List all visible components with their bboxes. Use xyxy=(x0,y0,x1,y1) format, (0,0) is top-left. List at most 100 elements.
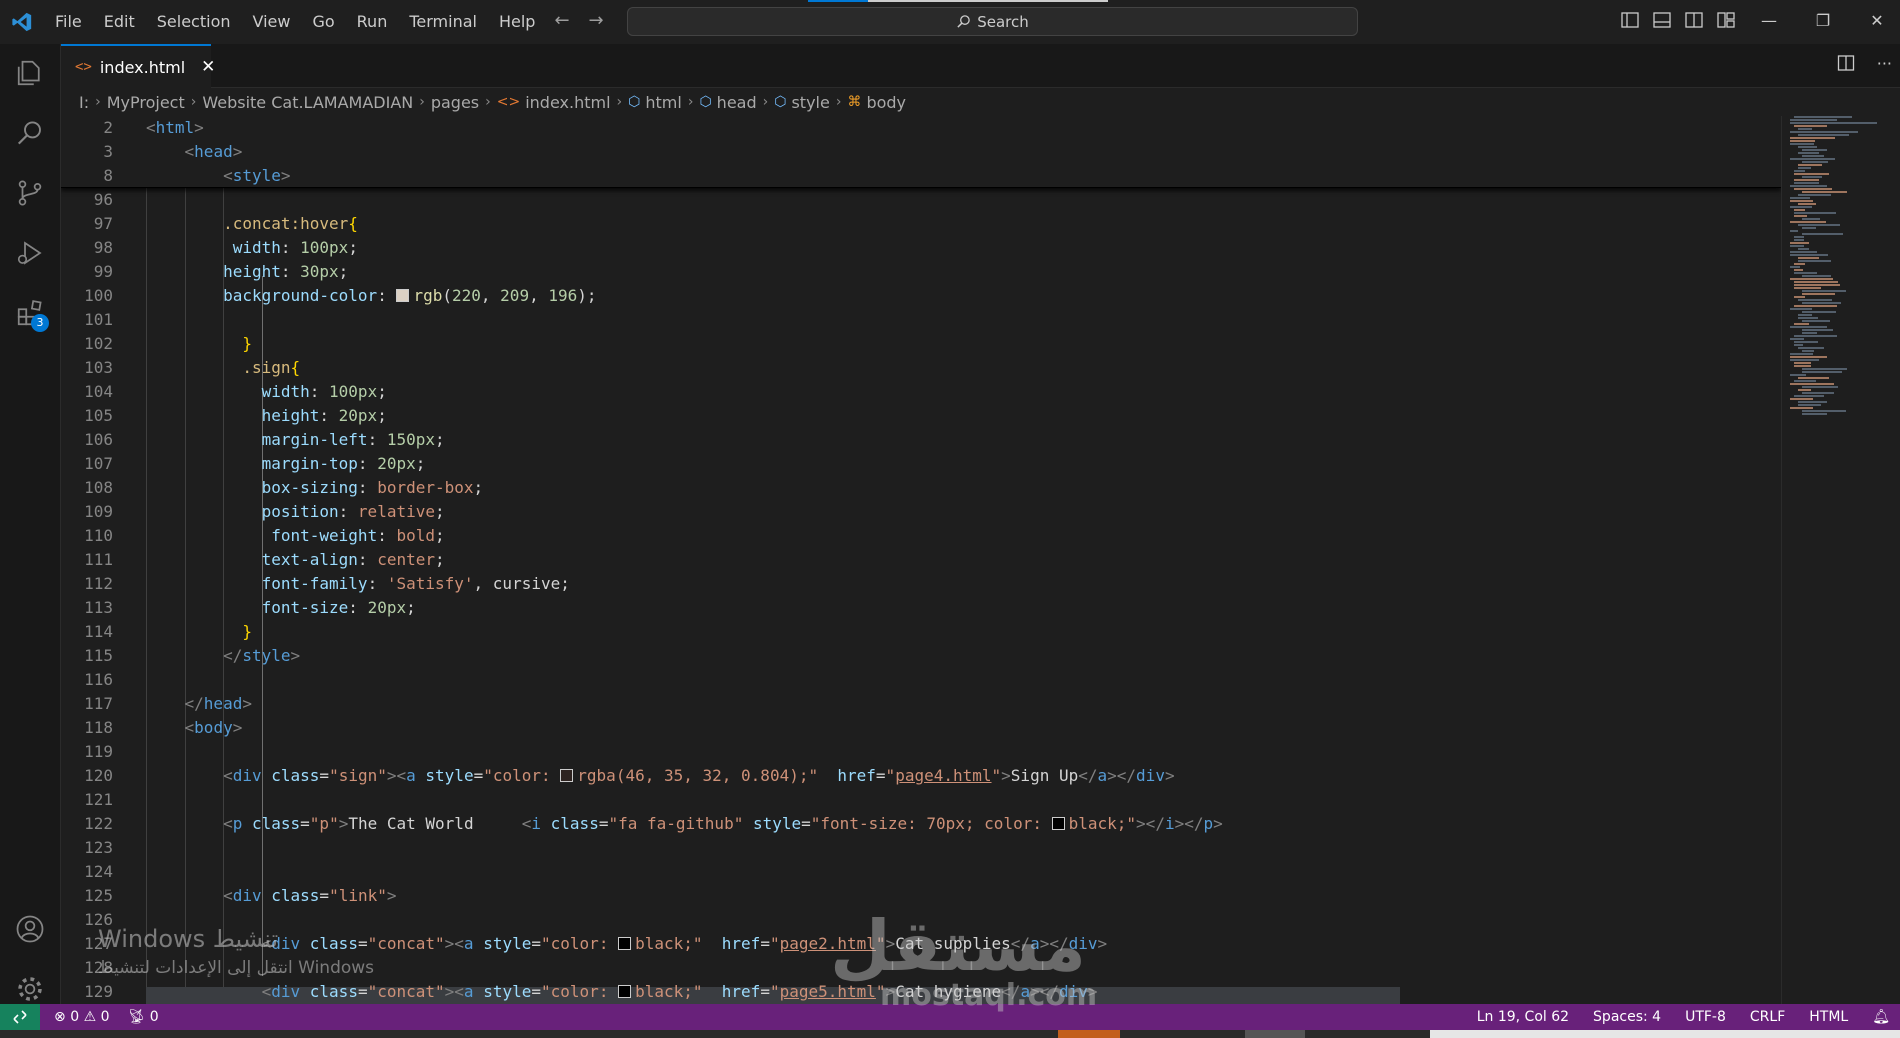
color-swatch[interactable] xyxy=(618,985,632,998)
code-editor[interactable]: 2<html>3 <head>8 <style> 959697 .concat:… xyxy=(61,116,1781,1004)
code-line[interactable]: 120 <div class="sign"><a style="color: r… xyxy=(61,764,1781,788)
breadcrumb-item[interactable]: ⬡ html xyxy=(628,93,682,112)
menu-selection[interactable]: Selection xyxy=(146,7,242,37)
restore-icon[interactable]: ❐ xyxy=(1814,8,1832,34)
code-line[interactable]: 109 position: relative; xyxy=(61,500,1781,524)
code-line[interactable]: 101 xyxy=(61,308,1781,332)
tab-index-html[interactable]: <> index.html ✕ xyxy=(61,44,215,88)
menu-view[interactable]: View xyxy=(242,7,302,37)
code-line[interactable]: 102 } xyxy=(61,332,1781,356)
notifications-bell-icon[interactable]: 🔔︎ xyxy=(1872,1009,1890,1025)
menu-go[interactable]: Go xyxy=(301,7,345,37)
line-number: 123 xyxy=(84,838,113,857)
breadcrumb-item[interactable]: MyProject xyxy=(107,93,185,112)
ports-status[interactable]: 📡︎ 0 xyxy=(128,1009,159,1025)
remote-indicator-icon[interactable] xyxy=(0,1004,40,1030)
source-control-icon[interactable] xyxy=(13,176,47,210)
toggle-secondary-sidebar-icon[interactable] xyxy=(1684,10,1704,30)
code-line[interactable]: 112 font-family: 'Satisfy', cursive; xyxy=(61,572,1781,596)
minimize-icon[interactable]: — xyxy=(1760,8,1778,34)
more-actions-icon[interactable]: ··· xyxy=(1877,54,1892,73)
breadcrumb-item[interactable]: pages xyxy=(431,93,479,112)
menu-edit[interactable]: Edit xyxy=(93,7,146,37)
code-line[interactable]: 106 margin-left: 150px; xyxy=(61,428,1781,452)
menu-terminal[interactable]: Terminal xyxy=(398,7,488,37)
minimap-line xyxy=(1798,167,1811,169)
code-line[interactable]: 123 xyxy=(61,836,1781,860)
sticky-line[interactable]: 2 <html> xyxy=(61,116,1781,140)
minimap-line xyxy=(1790,230,1798,232)
menu-file[interactable]: File xyxy=(44,7,93,37)
code-line[interactable]: 103 .sign{ xyxy=(61,356,1781,380)
menu-run[interactable]: Run xyxy=(346,7,399,37)
encoding[interactable]: UTF-8 xyxy=(1685,1009,1726,1025)
error-count: 0 xyxy=(70,1009,80,1025)
split-editor-icon[interactable] xyxy=(1837,54,1855,72)
code-line[interactable]: 99 height: 30px; xyxy=(61,260,1781,284)
customize-layout-icon[interactable] xyxy=(1716,10,1736,30)
breadcrumb-label: Website Cat.LAMAMADIAN xyxy=(202,92,414,112)
sticky-line[interactable]: 3 <head> xyxy=(61,140,1781,164)
code-line[interactable]: 107 margin-top: 20px; xyxy=(61,452,1781,476)
breadcrumb-item[interactable]: ⌘ body xyxy=(847,93,906,112)
color-swatch[interactable] xyxy=(618,937,632,950)
accounts-icon[interactable] xyxy=(13,912,47,946)
code-line[interactable]: 108 box-sizing: border-box; xyxy=(61,476,1781,500)
code-line[interactable]: 104 width: 100px; xyxy=(61,380,1781,404)
cursor-position[interactable]: Ln 19, Col 62 xyxy=(1477,1009,1569,1025)
minimap-line xyxy=(1798,152,1819,154)
end-of-line[interactable]: CRLF xyxy=(1750,1009,1785,1025)
manage-gear-icon[interactable] xyxy=(13,972,47,1006)
code-line[interactable]: 119 xyxy=(61,740,1781,764)
code-line[interactable]: 105 height: 20px; xyxy=(61,404,1781,428)
code-line[interactable]: 118 <body> xyxy=(61,716,1781,740)
problems-status[interactable]: ⊗ 0 ⚠ 0 xyxy=(54,1009,110,1025)
indentation[interactable]: Spaces: 4 xyxy=(1593,1009,1661,1025)
close-icon[interactable]: ✕ xyxy=(201,57,215,77)
command-center-search[interactable]: Search xyxy=(627,7,1358,36)
search-icon[interactable] xyxy=(13,116,47,150)
minimap-line xyxy=(1790,122,1877,124)
code-line[interactable]: 111 text-align: center; xyxy=(61,548,1781,572)
code-line[interactable]: 117 </head> xyxy=(61,692,1781,716)
code-line[interactable]: 114 } xyxy=(61,620,1781,644)
code-line[interactable]: 115 </style> xyxy=(61,644,1781,668)
close-window-icon[interactable]: ✕ xyxy=(1868,8,1886,34)
code-line[interactable]: 96 xyxy=(61,188,1781,212)
back-arrow-icon[interactable]: ← xyxy=(552,8,572,34)
language-mode[interactable]: HTML xyxy=(1809,1009,1848,1025)
code-line[interactable]: 97 .concat:hover{ xyxy=(61,212,1781,236)
code-text: height: 30px; xyxy=(223,262,349,281)
breadcrumb-label: style xyxy=(791,92,830,112)
code-line[interactable]: 124 xyxy=(61,860,1781,884)
code-line[interactable]: 122 <p class="p">The Cat World <i class=… xyxy=(61,812,1781,836)
color-swatch[interactable] xyxy=(396,289,410,302)
forward-arrow-icon[interactable]: → xyxy=(586,8,606,34)
breadcrumb-item[interactable]: <> index.html xyxy=(497,93,611,112)
code-line[interactable]: 121 xyxy=(61,788,1781,812)
breadcrumb-item[interactable]: Website Cat.LAMAMADIAN xyxy=(202,93,413,112)
code-text: </head> xyxy=(184,694,252,713)
menu-help[interactable]: Help xyxy=(488,7,546,37)
code-text: background-color: rgb(220, 209, 196); xyxy=(223,286,597,305)
breadcrumb-item[interactable]: ⬡ head xyxy=(699,93,756,112)
color-swatch[interactable] xyxy=(1051,817,1065,830)
code-text: position: relative; xyxy=(261,502,445,521)
minimap-line xyxy=(1802,275,1831,277)
breadcrumb-item[interactable]: ⬡ style xyxy=(774,93,830,112)
code-line[interactable]: 100 background-color: rgb(220, 209, 196)… xyxy=(61,284,1781,308)
sticky-line[interactable]: 8 <style> xyxy=(61,164,1781,188)
toggle-panel-icon[interactable] xyxy=(1652,10,1672,30)
color-swatch[interactable] xyxy=(560,769,574,782)
minimap-line xyxy=(1802,320,1830,322)
code-line[interactable]: 113 font-size: 20px; xyxy=(61,596,1781,620)
explorer-icon[interactable] xyxy=(13,56,47,90)
extensions-icon[interactable]: 3 xyxy=(13,296,49,332)
code-line[interactable]: 116 xyxy=(61,668,1781,692)
toggle-primary-sidebar-icon[interactable] xyxy=(1620,10,1640,30)
breadcrumb-item[interactable]: I: xyxy=(79,93,89,112)
code-line[interactable]: 98 width: 100px; xyxy=(61,236,1781,260)
run-debug-icon[interactable] xyxy=(13,236,47,270)
minimap[interactable] xyxy=(1781,116,1900,1004)
code-line[interactable]: 110 font-weight: bold; xyxy=(61,524,1781,548)
